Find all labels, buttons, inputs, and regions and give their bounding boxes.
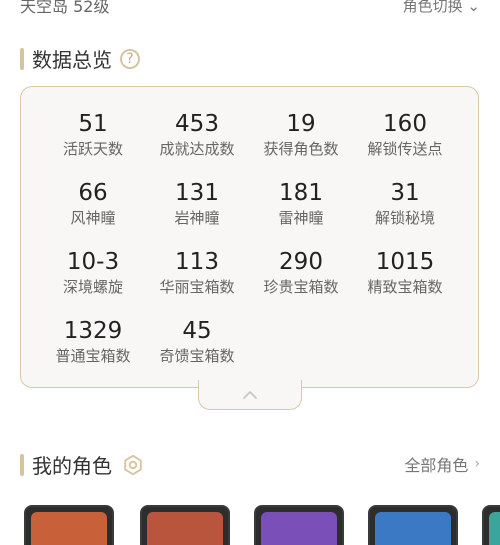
stat-item: 290 珍贵宝箱数 <box>249 247 353 316</box>
stats-row: 1329 普通宝箱数 45 奇馈宝箱数 <box>21 316 478 385</box>
all-roles-label: 全部角色 <box>404 456 469 475</box>
chevron-right-icon: › <box>474 456 480 472</box>
stat-label: 风神瞳 <box>70 209 116 227</box>
all-roles-link[interactable]: 全部角色 › <box>404 452 480 476</box>
stat-label: 珍贵宝箱数 <box>263 278 339 296</box>
stat-value: 45 <box>182 318 212 344</box>
stat-label: 普通宝箱数 <box>55 347 131 365</box>
overview-title: 数据总览 <box>32 48 112 72</box>
stat-value: 51 <box>78 111 108 137</box>
stats-grid: 51 活跃天数 453 成就达成数 19 获得角色数 160 解锁传送点 66 … <box>21 109 478 385</box>
stat-value: 453 <box>175 111 219 137</box>
stat-value: 1329 <box>63 318 123 344</box>
stat-label: 深境螺旋 <box>62 278 123 296</box>
stat-item: 45 奇馈宝箱数 <box>145 316 249 385</box>
stats-card: 51 活跃天数 453 成就达成数 19 获得角色数 160 解锁传送点 66 … <box>20 86 479 388</box>
stat-item: 1015 精致宝箱数 <box>353 247 457 316</box>
stat-label: 获得角色数 <box>263 140 339 158</box>
section-accent-bar <box>20 453 24 476</box>
character-card[interactable] <box>254 505 344 545</box>
stat-item: 66 风神瞳 <box>41 178 145 247</box>
character-card[interactable] <box>24 505 114 545</box>
my-roles-title: 我的角色 <box>32 454 112 478</box>
stat-label: 雷神瞳 <box>278 209 324 227</box>
section-accent-bar <box>20 47 24 70</box>
help-icon[interactable]: ? <box>120 48 140 69</box>
character-portrait <box>489 512 500 545</box>
stat-label: 奇馈宝箱数 <box>159 347 235 365</box>
character-portrait <box>375 512 451 545</box>
stat-item: 181 雷神瞳 <box>249 178 353 247</box>
stat-label: 解锁秘境 <box>374 209 435 227</box>
character-card[interactable] <box>140 505 230 545</box>
stat-item: 10-3 深境螺旋 <box>41 247 145 316</box>
stat-item: 131 岩神瞳 <box>145 178 249 247</box>
character-portrait <box>31 512 107 545</box>
stat-item: 31 解锁秘境 <box>353 178 457 247</box>
stat-item: 113 华丽宝箱数 <box>145 247 249 316</box>
collapse-button[interactable] <box>198 380 302 410</box>
character-portrait <box>261 512 337 545</box>
stat-label: 活跃天数 <box>62 140 123 158</box>
settings-icon[interactable] <box>122 454 144 476</box>
stat-label: 华丽宝箱数 <box>159 278 235 296</box>
stat-item: 51 活跃天数 <box>41 109 145 178</box>
stat-value: 10-3 <box>66 249 120 275</box>
character-card[interactable] <box>368 505 458 545</box>
stat-label: 成就达成数 <box>159 140 235 158</box>
character-card[interactable] <box>482 505 500 545</box>
role-switch-link[interactable]: 角色切换 ⌄ <box>403 0 480 16</box>
stats-row: 10-3 深境螺旋 113 华丽宝箱数 290 珍贵宝箱数 1015 精致宝箱数 <box>21 247 478 316</box>
stat-item: 160 解锁传送点 <box>353 109 457 178</box>
stat-item: 19 获得角色数 <box>249 109 353 178</box>
stat-value: 19 <box>286 111 316 137</box>
my-roles-header: 我的角色 <box>20 450 144 479</box>
character-card-row <box>0 505 500 545</box>
stats-row: 51 活跃天数 453 成就达成数 19 获得角色数 160 解锁传送点 <box>21 109 478 178</box>
stat-value: 181 <box>279 180 323 206</box>
stat-item: 453 成就达成数 <box>145 109 249 178</box>
server-level-text: 天空岛 52级 <box>20 0 110 16</box>
stat-item: 1329 普通宝箱数 <box>41 316 145 385</box>
stat-value: 290 <box>279 249 323 275</box>
stat-value: 66 <box>78 180 108 206</box>
stat-value: 131 <box>175 180 219 206</box>
stat-label: 解锁传送点 <box>367 140 443 158</box>
stat-value: 160 <box>383 111 427 137</box>
stat-value: 31 <box>390 180 420 206</box>
stat-label: 精致宝箱数 <box>367 278 443 296</box>
stat-value: 113 <box>175 249 219 275</box>
chevron-up-icon <box>243 390 257 399</box>
stat-value: 1015 <box>375 249 435 275</box>
stat-label: 岩神瞳 <box>174 209 220 227</box>
top-header-partial: 天空岛 52级 角色切换 ⌄ <box>20 0 480 18</box>
stats-row: 66 风神瞳 131 岩神瞳 181 雷神瞳 31 解锁秘境 <box>21 178 478 247</box>
character-portrait <box>147 512 223 545</box>
overview-header: 数据总览 ? <box>20 44 140 73</box>
